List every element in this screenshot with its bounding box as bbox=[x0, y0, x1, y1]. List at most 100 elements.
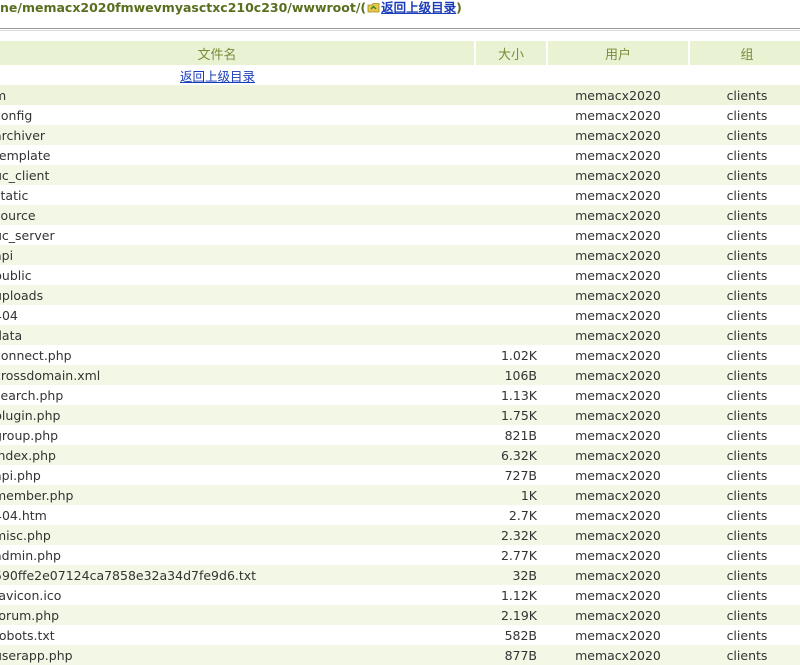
file-group-cell: clients bbox=[726, 507, 768, 523]
file-size-cell bbox=[475, 145, 547, 165]
file-user-cell: memacx2020 bbox=[547, 565, 689, 585]
file-user-cell: memacx2020 bbox=[547, 85, 689, 105]
file-name-cell[interactable]: favicon.ico bbox=[0, 585, 475, 605]
file-name-cell[interactable]: connect.php bbox=[0, 345, 475, 365]
back-row-cell: 返回上级目录 bbox=[0, 65, 475, 85]
file-group-cell: clients bbox=[689, 365, 800, 385]
table-row[interactable]: api.php 727B memacx2020 clients bbox=[0, 465, 800, 485]
table-row[interactable]: crossdomain.xml 106B memacx2020 clients bbox=[0, 365, 800, 385]
file-group-cell: clients bbox=[689, 445, 800, 465]
file-name-cell[interactable]: api bbox=[0, 245, 475, 265]
file-name-cell[interactable]: m bbox=[0, 85, 475, 105]
table-row[interactable]: misc.php 2.32K memacx2020 clients bbox=[0, 525, 800, 545]
table-row[interactable]: static memacx2020 clients bbox=[0, 185, 800, 205]
file-name-cell[interactable]: 404.htm bbox=[0, 505, 475, 525]
folder-up-icon bbox=[367, 1, 380, 13]
file-name-cell[interactable]: source bbox=[0, 205, 475, 225]
table-row[interactable]: data memacx2020clients bbox=[0, 325, 800, 345]
file-group-cell: clients bbox=[689, 605, 800, 625]
table-row[interactable]: 404.htm 2.7K memacx2020 clients bbox=[0, 505, 800, 525]
table-row[interactable]: m memacx2020 clients bbox=[0, 85, 800, 105]
file-user-cell: memacx2020 bbox=[547, 485, 689, 505]
file-name-cell[interactable]: uploads bbox=[0, 285, 475, 305]
column-header-name[interactable]: 文件名 bbox=[0, 41, 476, 65]
file-name-cell[interactable]: static bbox=[0, 185, 475, 205]
file-name-cell[interactable]: config bbox=[0, 105, 475, 125]
table-row[interactable]: group.php 821B memacx2020 clients bbox=[0, 425, 800, 445]
file-name-cell[interactable]: robots.txt bbox=[0, 625, 475, 645]
column-header-group[interactable]: 组 bbox=[689, 41, 800, 65]
table-row[interactable]: config memacx2020 clients bbox=[0, 105, 800, 125]
file-user-cell: memacx2020 bbox=[547, 445, 689, 465]
file-name-cell[interactable]: 404 bbox=[0, 305, 475, 325]
file-size-cell: 1.02K bbox=[500, 347, 537, 363]
file-name-cell[interactable]: group.php bbox=[0, 425, 475, 445]
column-header-size[interactable]: 大小 bbox=[475, 41, 548, 65]
file-name-cell[interactable]: template bbox=[0, 145, 475, 165]
file-group-cell: clients bbox=[689, 645, 800, 665]
table-row[interactable]: connect.php 1.02K memacx2020 clients bbox=[0, 345, 800, 365]
back-to-parent-row-link[interactable]: 返回上级目录 bbox=[180, 69, 255, 84]
file-user-cell: memacx2020 bbox=[575, 427, 661, 443]
file-user-cell: memacx2020 bbox=[547, 205, 689, 225]
file-name-cell[interactable]: plugin.php bbox=[0, 405, 475, 425]
file-name-cell[interactable]: forum.php bbox=[0, 605, 475, 625]
file-size-cell: 1.12K bbox=[500, 587, 537, 603]
table-row[interactable]: public memacx2020 clients bbox=[0, 265, 800, 285]
table-row[interactable]: uc_client memacx2020clients bbox=[0, 165, 800, 185]
table-row[interactable]: source memacx2020clients bbox=[0, 205, 800, 225]
column-header-user[interactable]: 用户 bbox=[547, 41, 690, 65]
file-group-cell: clients bbox=[689, 205, 800, 225]
table-row[interactable]: uploads memacx2020clients bbox=[0, 285, 800, 305]
file-user-cell: memacx2020 bbox=[575, 507, 661, 523]
file-size-cell bbox=[475, 285, 547, 305]
table-row[interactable]: template memacx2020 clients bbox=[0, 145, 800, 165]
file-group-cell: clients bbox=[726, 107, 768, 123]
file-name-cell[interactable]: search.php bbox=[0, 385, 475, 405]
file-name-cell[interactable]: public bbox=[0, 265, 475, 285]
file-name-cell[interactable]: index.php bbox=[0, 445, 475, 465]
file-group-cell: clients bbox=[689, 405, 800, 425]
file-size-cell: 821B bbox=[504, 427, 537, 443]
table-row[interactable]: 590ffe2e07124ca7858e32a34d7fe9d6.txt 32B m… bbox=[0, 565, 800, 585]
file-size-cell: 32B bbox=[475, 565, 547, 585]
table-row[interactable]: index.php 6.32K memacx2020 clients bbox=[0, 445, 800, 465]
file-group-cell: clients bbox=[689, 165, 800, 185]
file-name-cell[interactable]: 590ffe2e07124ca7858e32a34d7fe9d6.txt bbox=[0, 565, 475, 585]
file-name-cell[interactable]: misc.php bbox=[0, 525, 475, 545]
table-row[interactable]: plugin.php 1.75K memacx2020 clients bbox=[0, 405, 800, 425]
file-group-cell: clients bbox=[689, 285, 800, 305]
back-row: 返回上级目录 bbox=[0, 65, 800, 85]
table-row[interactable]: robots.txt 582B memacx2020 clients bbox=[0, 625, 800, 645]
table-row[interactable]: search.php 1.13K memacx2020 clients bbox=[0, 385, 800, 405]
file-name-cell[interactable]: uc_server bbox=[0, 225, 475, 245]
file-size-cell bbox=[475, 125, 547, 145]
file-size-cell bbox=[475, 85, 547, 105]
back-to-parent-link[interactable]: 返回上级目录 bbox=[381, 0, 456, 15]
file-name-cell[interactable]: archiver bbox=[0, 125, 475, 145]
table-row[interactable]: archiver memacx2020clients bbox=[0, 125, 800, 145]
table-row[interactable]: admin.php 2.77K memacx2020 clients bbox=[0, 545, 800, 565]
file-group-cell: clients bbox=[726, 267, 768, 283]
table-row[interactable]: uc_server memacx2020 clients bbox=[0, 225, 800, 245]
file-name-cell[interactable]: admin.php bbox=[0, 545, 475, 565]
file-user-cell: memacx2020 bbox=[575, 627, 661, 643]
file-user-cell: memacx2020 bbox=[575, 467, 661, 483]
file-name-cell[interactable]: data bbox=[0, 325, 475, 345]
file-name-cell[interactable]: api.php bbox=[0, 465, 475, 485]
file-group-cell: clients bbox=[726, 627, 768, 643]
table-row[interactable]: 404 memacx2020 clients bbox=[0, 305, 800, 325]
file-group-cell: clients bbox=[726, 587, 768, 603]
table-row[interactable]: forum.php 2.19K memacx2020 clients bbox=[0, 605, 800, 625]
file-group-cell: clients bbox=[726, 427, 768, 443]
table-row[interactable]: api memacx2020clients bbox=[0, 245, 800, 265]
file-name-cell[interactable]: userapp.php bbox=[0, 645, 475, 665]
file-name-cell[interactable]: uc_client bbox=[0, 165, 475, 185]
file-size-cell: 106B bbox=[475, 365, 547, 385]
file-size-cell bbox=[475, 225, 547, 245]
file-name-cell[interactable]: member.php bbox=[0, 485, 475, 505]
file-name-cell[interactable]: crossdomain.xml bbox=[0, 365, 475, 385]
table-row[interactable]: favicon.ico 1.12K memacx2020 clients bbox=[0, 585, 800, 605]
table-row[interactable]: userapp.php 877B memacx2020 clients bbox=[0, 645, 800, 665]
table-row[interactable]: member.php 1K memacx2020 clients bbox=[0, 485, 800, 505]
